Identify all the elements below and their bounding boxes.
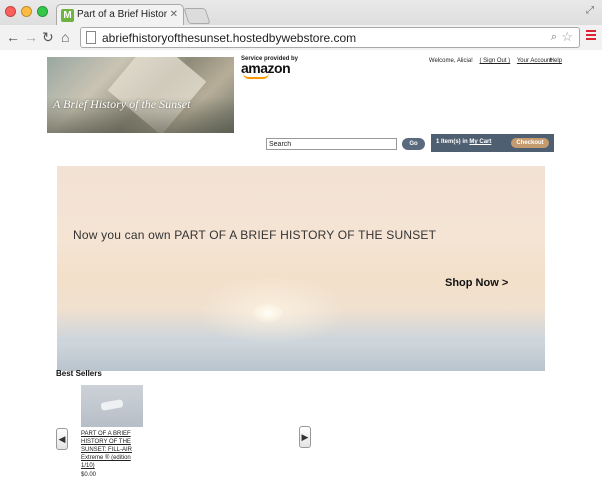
url-text: abriefhistoryofthesunset.hostedbywebstor… [102, 31, 357, 45]
product-thumbnail[interactable] [81, 385, 143, 427]
reload-icon[interactable]: ↻ [42, 29, 54, 46]
product-name-link[interactable]: PART OF A BRIEF HISTORY OF THE SUNSET: F… [81, 430, 141, 470]
hamburger-menu-icon[interactable] [586, 30, 596, 42]
web-page: A Brief History of the Sunset Service pr… [0, 51, 602, 480]
cart-summary: 1 Item(s) in My Cart [436, 139, 491, 145]
window-maximize-button[interactable] [37, 6, 48, 17]
fullscreen-icon[interactable]: ⤢ [586, 5, 594, 16]
help-link[interactable]: Help [550, 58, 562, 64]
back-arrow-icon[interactable]: ← [6, 29, 20, 45]
home-icon[interactable]: ⌂ [61, 29, 69, 45]
welcome-text: Welcome, Alicia! [428, 58, 473, 64]
checkout-button[interactable]: Checkout [511, 138, 549, 148]
tab-close-icon[interactable]: ✕ [170, 9, 178, 20]
search-icon[interactable]: ⌕ [551, 31, 557, 44]
navigation-bar: ← → ↻ ⌂ abriefhistoryofthesunset.hostedb… [0, 25, 602, 50]
store-logo-text: A Brief History of the Sunset [53, 97, 191, 111]
search-input[interactable] [266, 138, 397, 150]
amazon-badge: Service provided by amazon [241, 56, 298, 79]
browser-chrome: M Part of a Brief History of th ✕ ⤢ ← → … [0, 0, 602, 50]
cart-bar: 1 Item(s) in My Cart Checkout [431, 134, 554, 152]
sign-out-link[interactable]: ( Sign Out ) [480, 58, 511, 64]
my-cart-link[interactable]: My Cart [469, 139, 491, 145]
store-logo-banner[interactable]: A Brief History of the Sunset [47, 57, 234, 133]
hero-headline: Now you can own PART OF A BRIEF HISTORY … [73, 228, 437, 242]
window-close-button[interactable] [5, 6, 16, 17]
hero-banner[interactable]: Now you can own PART OF A BRIEF HISTORY … [57, 166, 545, 371]
hero-sun [253, 304, 283, 322]
page-icon [86, 31, 96, 44]
carousel-next-button[interactable]: ▶ [299, 426, 311, 448]
go-button[interactable]: Go [402, 138, 425, 150]
tab-title: Part of a Brief History of th [77, 9, 167, 20]
cart-count-text: 1 Item(s) in [436, 139, 468, 145]
address-bar[interactable]: abriefhistoryofthesunset.hostedbywebstor… [80, 27, 580, 48]
shop-now-link[interactable]: Shop Now > [445, 277, 508, 289]
bookmark-star-icon[interactable]: ☆ [561, 29, 573, 45]
account-links: Welcome, Alicia! ( Sign Out ) Your Accou… [429, 58, 552, 64]
new-tab-button[interactable] [183, 8, 211, 24]
window-minimize-button[interactable] [21, 6, 32, 17]
forward-arrow-icon[interactable]: → [24, 29, 38, 45]
carousel-prev-button[interactable]: ◀ [56, 428, 68, 450]
amazon-logo: amazon [241, 60, 291, 76]
hero-sea [57, 342, 545, 371]
tab-favicon-icon: M [61, 9, 74, 22]
best-sellers-title: Best Sellers [56, 369, 102, 378]
your-account-link[interactable]: Your Account [517, 58, 552, 64]
browser-tab[interactable]: M Part of a Brief History of th ✕ [56, 4, 184, 26]
product-price: $0.00 [81, 472, 97, 478]
